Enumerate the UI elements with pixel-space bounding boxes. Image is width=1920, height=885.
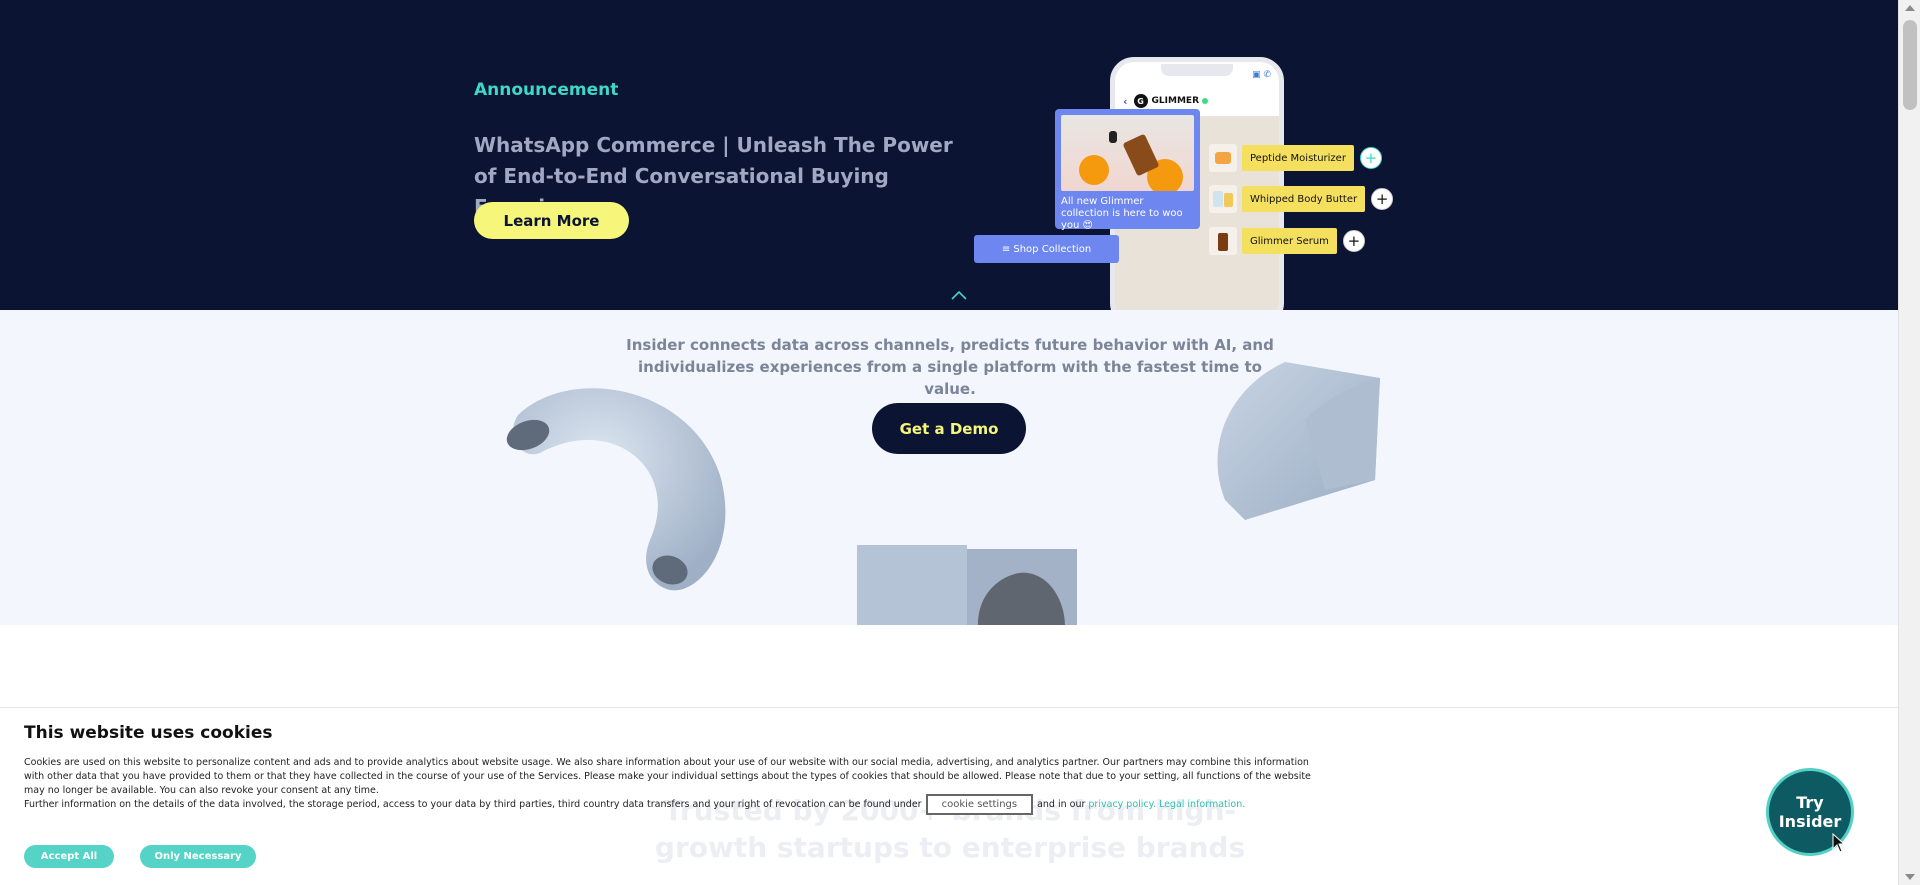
product-name: Glimmer Serum [1242, 228, 1337, 254]
phone-icon: ✆ [1263, 70, 1271, 80]
shop-collection-label: Shop Collection [1013, 243, 1092, 255]
brand-logo: G [1133, 94, 1148, 108]
orange-image [1079, 155, 1109, 185]
get-a-demo-button[interactable]: Get a Demo [872, 403, 1026, 454]
shop-collection-button[interactable]: ≡ Shop Collection [974, 235, 1119, 263]
hero-section: Announcement WhatsApp Commerce | Unleash… [0, 0, 1898, 310]
phone-notch [1161, 64, 1233, 76]
dropper-image [1109, 131, 1117, 143]
product-thumbnail [1209, 144, 1237, 172]
chevron-up-icon[interactable] [951, 290, 967, 300]
product-name: Peptide Moisturizer [1242, 145, 1354, 171]
quarter-cylinder-decoration [1217, 362, 1380, 520]
list-icon: ≡ [1001, 243, 1014, 255]
promo-message: All new Glimmer collection is here to wo… [1055, 109, 1200, 231]
further-info-text: Further information on the details of th… [24, 798, 922, 810]
back-arrow-icon: ‹ [1123, 94, 1128, 108]
add-product-button[interactable]: + [1359, 147, 1382, 169]
page-scrollbar[interactable] [1898, 0, 1920, 885]
cursor-icon [1832, 833, 1846, 853]
cookie-description: Cookies are used on this website to pers… [24, 757, 1311, 796]
cookie-banner: Trusted by 2000+ brands from high-growth… [0, 707, 1898, 885]
learn-more-button[interactable]: Learn More [474, 202, 629, 239]
intro-section: Insider connects data across channels, p… [0, 310, 1898, 625]
legal-information-link[interactable]: Legal information. [1159, 798, 1245, 812]
product-item[interactable]: Whipped Body Butter + [1209, 185, 1394, 213]
add-product-button[interactable]: + [1371, 188, 1394, 210]
product-item[interactable]: Glimmer Serum + [1209, 227, 1365, 255]
online-status-dot [1202, 98, 1209, 104]
cookie-title: This website uses cookies [24, 723, 273, 743]
product-item[interactable]: Peptide Moisturizer + [1209, 144, 1382, 172]
scroll-up-arrow-icon[interactable] [1905, 5, 1915, 11]
privacy-policy-link[interactable]: privacy policy. [1088, 798, 1156, 812]
brand-name: GLIMMER [1151, 96, 1200, 106]
only-necessary-button[interactable]: Only Necessary [140, 845, 256, 868]
promo-text: All new Glimmer collection is here to wo… [1061, 196, 1183, 231]
product-thumbnail [1209, 185, 1237, 213]
torus-decoration [506, 388, 726, 591]
arch-block-decoration [857, 545, 1077, 625]
accept-all-button[interactable]: Accept All [24, 845, 114, 868]
promo-image [1061, 115, 1194, 191]
product-thumbnail [1209, 227, 1237, 255]
scroll-down-arrow-icon[interactable] [1905, 874, 1915, 880]
add-product-button[interactable]: + [1342, 230, 1365, 252]
and-in-our-text: and in our [1037, 798, 1086, 810]
cookie-further-info: Further information on the details of th… [24, 794, 1245, 815]
cookie-settings-button[interactable]: cookie settings [925, 794, 1034, 815]
video-icon: ▣ [1252, 70, 1261, 80]
scroll-thumb[interactable] [1903, 20, 1917, 110]
announcement-label: Announcement [474, 80, 619, 100]
product-name: Whipped Body Butter [1242, 186, 1366, 212]
